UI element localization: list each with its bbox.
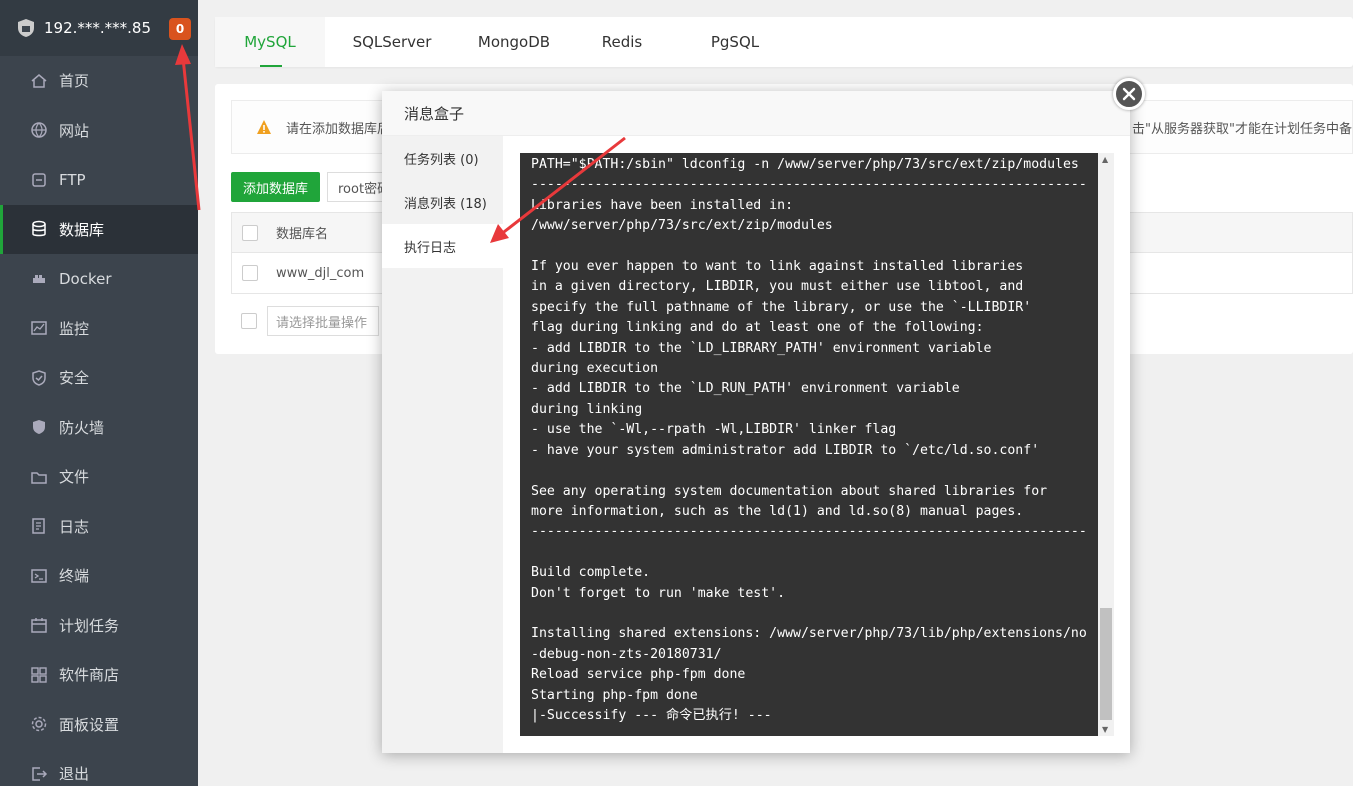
tab-mongodb[interactable]: MongoDB	[459, 17, 569, 67]
log-scrollbar[interactable]: ▲ ▼	[1098, 153, 1114, 736]
server-ip: 192.***.***.85	[44, 19, 152, 37]
sidebar-item-14[interactable]: 退出	[0, 749, 198, 786]
sidebar-item-label: 计划任务	[59, 616, 120, 635]
sidebar-item-label: 监控	[59, 319, 90, 338]
sidebar-item-4[interactable]: Docker	[0, 254, 198, 304]
scroll-up-arrow-icon[interactable]: ▲	[1102, 155, 1108, 164]
sidebar-item-label: 网站	[59, 121, 90, 140]
globe-icon	[30, 121, 48, 139]
docker-icon	[30, 270, 48, 288]
sidebar-item-1[interactable]: 网站	[0, 106, 198, 156]
sidebar-item-label: 面板设置	[59, 715, 120, 734]
message-count-badge[interactable]: 0	[169, 18, 191, 40]
dialog-title: 消息盒子	[382, 91, 1130, 136]
ftp-icon	[30, 171, 48, 189]
sidebar-item-6[interactable]: 安全	[0, 353, 198, 403]
root-password-button[interactable]: root密码	[327, 172, 387, 202]
home-icon	[30, 72, 48, 90]
sidebar-item-13[interactable]: 面板设置	[0, 700, 198, 750]
add-database-button[interactable]: 添加数据库	[231, 172, 320, 202]
terminal-icon	[30, 567, 48, 585]
monitor-icon	[30, 319, 48, 337]
shield-check-icon	[30, 369, 48, 387]
notice-text-tail: 击"从服务器获取"才能在计划任务中备	[1132, 121, 1352, 137]
sidebar-item-label: 退出	[59, 765, 90, 784]
sidebar-item-label: 终端	[59, 567, 90, 586]
menu-execution-log[interactable]: 执行日志	[382, 224, 503, 268]
server-header[interactable]: 192.***.***.85 0	[0, 0, 198, 56]
sidebar-item-7[interactable]: 防火墙	[0, 403, 198, 453]
database-icon	[30, 220, 48, 238]
warning-icon	[257, 120, 271, 134]
tab-redis[interactable]: Redis	[576, 17, 668, 67]
sidebar-nav: 首页网站 FTP 数据库 Docker 监控安全防火墙文件日志终端计划任务软件商店面板设…	[0, 56, 198, 786]
sidebar-item-0[interactable]: 首页	[0, 56, 198, 106]
sidebar-item-label: 文件	[59, 468, 90, 487]
batch-checkbox[interactable]	[241, 313, 257, 329]
gear-icon	[30, 715, 48, 733]
scroll-thumb[interactable]	[1100, 608, 1112, 720]
firewall-shield-icon	[30, 418, 48, 436]
sidebar-item-5[interactable]: 监控	[0, 304, 198, 354]
sidebar-item-label: 安全	[59, 369, 90, 388]
sidebar-item-label: Docker	[59, 269, 112, 288]
row-checkbox[interactable]	[242, 265, 258, 281]
sidebar-item-12[interactable]: 软件商店	[0, 650, 198, 700]
sidebar: 192.***.***.85 0 首页网站 FTP 数据库 Docker 监控安全防火墙…	[0, 0, 198, 786]
sidebar-item-2[interactable]: FTP	[0, 155, 198, 205]
sidebar-item-9[interactable]: 日志	[0, 502, 198, 552]
log-text: PATH="$PATH:/sbin" ldconfig -n /www/serv…	[531, 157, 1087, 723]
sidebar-item-label: 首页	[59, 72, 90, 91]
select-all-checkbox[interactable]	[242, 224, 258, 241]
folder-icon	[30, 468, 48, 486]
sidebar-item-10[interactable]: 终端	[0, 551, 198, 601]
logout-icon	[30, 765, 48, 783]
database-type-tabs: MySQL SQLServer MongoDB Redis PgSQL	[215, 17, 1353, 67]
tab-pgsql[interactable]: PgSQL	[675, 17, 795, 67]
sidebar-item-label: 日志	[59, 517, 90, 536]
column-header-db-name: 数据库名	[276, 227, 329, 242]
tab-mysql[interactable]: MySQL	[215, 17, 325, 67]
menu-message-list[interactable]: 消息列表 (18)	[382, 180, 503, 224]
batch-select[interactable]: 请选择批量操作	[267, 306, 379, 336]
close-icon	[1122, 87, 1136, 101]
sidebar-item-label: 数据库	[59, 220, 105, 239]
server-shield-icon	[18, 19, 34, 37]
scroll-down-arrow-icon[interactable]: ▼	[1102, 725, 1108, 734]
message-box-dialog: 消息盒子 任务列表 (0) 消息列表 (18) 执行日志 PATH="$PATH…	[382, 91, 1130, 753]
batch-operation: 请选择批量操作	[241, 306, 379, 336]
sidebar-item-label: 软件商店	[59, 666, 120, 685]
sidebar-item-label: FTP	[59, 170, 86, 189]
sidebar-item-label: 防火墙	[59, 418, 105, 437]
sidebar-item-8[interactable]: 文件	[0, 452, 198, 502]
db-name-cell[interactable]: www_djl_com	[276, 266, 364, 281]
apps-grid-icon	[30, 666, 48, 684]
sidebar-item-3[interactable]: 数据库	[0, 204, 198, 254]
menu-task-list[interactable]: 任务列表 (0)	[382, 136, 503, 180]
execution-log-console[interactable]: PATH="$PATH:/sbin" ldconfig -n /www/serv…	[520, 153, 1114, 736]
sidebar-item-11[interactable]: 计划任务	[0, 601, 198, 651]
calendar-icon	[30, 616, 48, 634]
log-icon	[30, 517, 48, 535]
tab-sqlserver[interactable]: SQLServer	[332, 17, 452, 67]
dialog-menu: 任务列表 (0) 消息列表 (18) 执行日志	[382, 136, 503, 753]
close-dialog-button[interactable]	[1113, 78, 1145, 110]
